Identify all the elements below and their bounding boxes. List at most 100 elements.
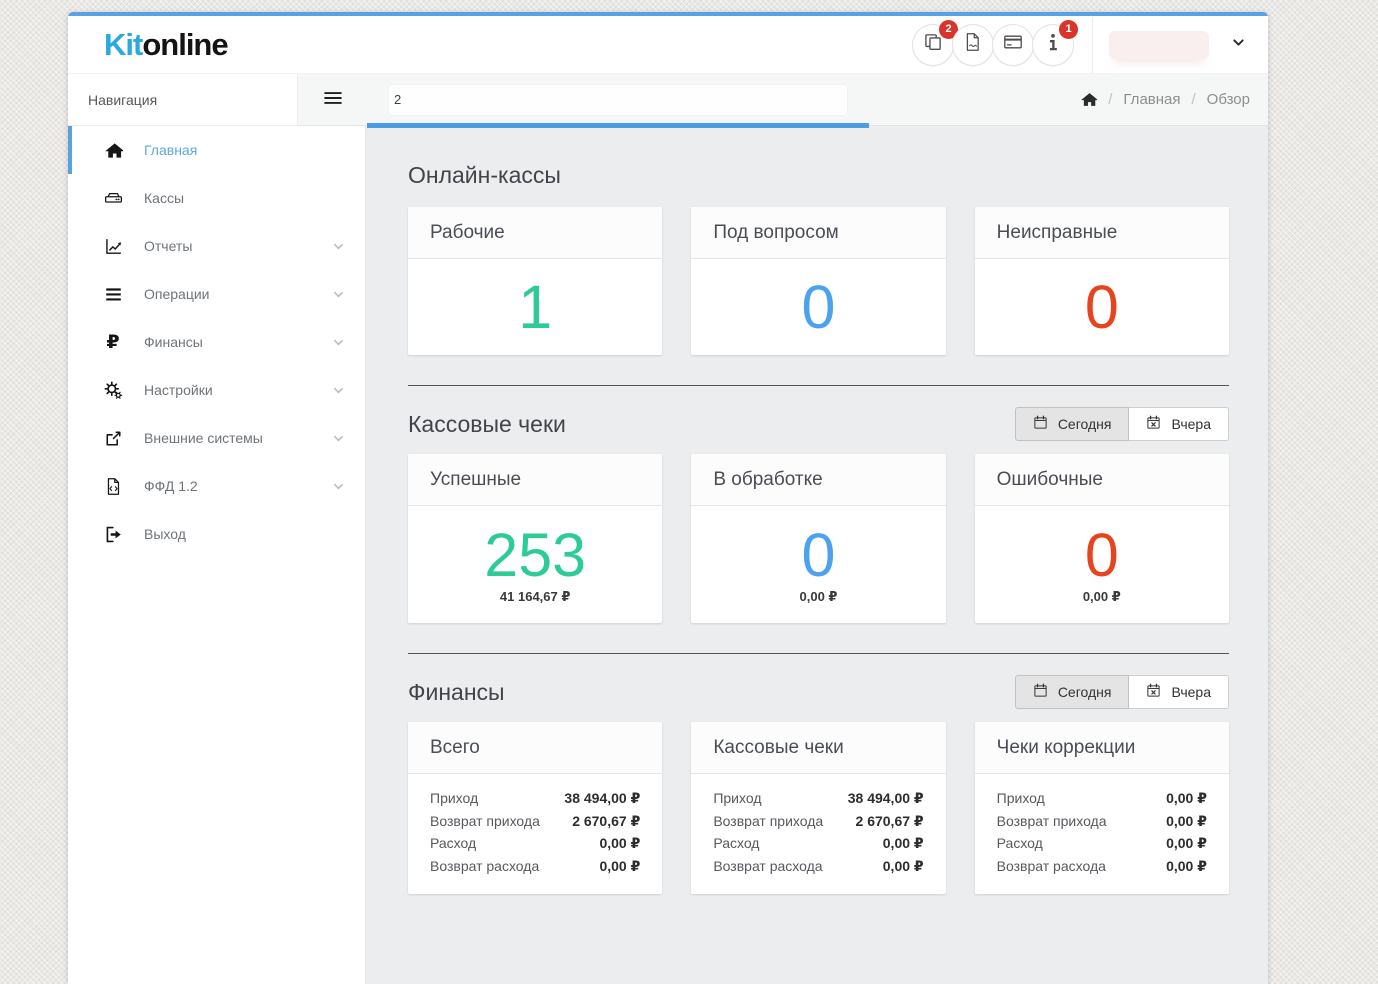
finance-row-label: Возврат расхода bbox=[430, 857, 540, 874]
gears-icon bbox=[101, 380, 125, 400]
finance-row-label: Приход bbox=[430, 790, 479, 806]
finance-row: Расход 0,00 ₽ bbox=[997, 832, 1207, 855]
info-badge: 1 bbox=[1059, 19, 1078, 39]
chevron-down-icon bbox=[1231, 35, 1246, 55]
page-background: Kit online 2 1 Навигация 2 / Главная / О… bbox=[0, 0, 1378, 984]
info-button[interactable]: 1 bbox=[1032, 19, 1078, 66]
today-button[interactable]: Сегодня bbox=[1014, 675, 1130, 709]
home-icon[interactable] bbox=[1080, 91, 1098, 108]
sidebar-item-label: Выход bbox=[144, 526, 186, 542]
yesterday-button[interactable]: Вчера bbox=[1129, 407, 1229, 441]
list-icon bbox=[101, 285, 125, 304]
sidebar-item-label: Кассы bbox=[144, 190, 185, 206]
section-divider bbox=[408, 385, 1229, 386]
copy-documents-button[interactable]: 2 bbox=[912, 19, 958, 66]
finance-row-label: Возврат прихода bbox=[430, 812, 540, 829]
chevron-down-icon bbox=[332, 432, 345, 445]
app-header: Kit online 2 1 bbox=[68, 16, 1268, 73]
header-icon-buttons: 2 1 bbox=[912, 19, 1078, 66]
finance-row-value: 2 670,67 ₽ bbox=[855, 812, 924, 829]
card-v-obrabotke: В обработке 0 0,00 ₽ bbox=[691, 454, 946, 623]
header-actions: 2 1 bbox=[912, 16, 1268, 73]
sidebar-toggle-button[interactable] bbox=[297, 74, 367, 126]
sidebar-item-nastroyki[interactable]: Настройки bbox=[68, 366, 365, 414]
sign-out-icon bbox=[101, 525, 125, 544]
finance-row-label: Расход bbox=[996, 835, 1043, 851]
brand-logo[interactable]: Kit online bbox=[68, 26, 229, 63]
calendar-times-icon bbox=[1146, 415, 1161, 433]
card-amount: 41 164,67 ₽ bbox=[499, 588, 571, 604]
breadcrumb-item-glavnaya[interactable]: Главная bbox=[1123, 91, 1180, 108]
company-name-field[interactable]: 2 bbox=[389, 84, 847, 115]
card-value: 1 bbox=[518, 272, 553, 341]
card-pod-voprosom: Под вопросом 0 bbox=[691, 207, 946, 355]
finance-row: Приход 38 494,00 ₽ bbox=[430, 787, 640, 810]
cheki-date-filter: Сегодня Вчера bbox=[1014, 407, 1229, 441]
finance-row: Возврат расхода 0,00 ₽ bbox=[997, 855, 1207, 878]
breadcrumb: / Главная / Обзор bbox=[1080, 91, 1250, 108]
sidebar-item-vykhod[interactable]: Выход bbox=[68, 510, 365, 558]
finansy-cards: Всего Приход 38 494,00 ₽ Возврат прихода… bbox=[408, 722, 1229, 894]
sidebar-item-operacii[interactable]: Операции bbox=[68, 270, 365, 318]
finance-row-label: Возврат расхода bbox=[713, 857, 823, 874]
finansy-header: Финансы Сегодня Вчера bbox=[408, 675, 1229, 709]
card-kassovye-cheki-fin: Кассовые чеки Приход 38 494,00 ₽ Возврат… bbox=[691, 722, 946, 894]
sidebar-item-label: Финансы bbox=[144, 334, 203, 350]
sidebar-item-vneshnie-sistemy[interactable]: Внешние системы bbox=[68, 414, 365, 462]
finance-row: Приход 38 494,00 ₽ bbox=[713, 787, 923, 810]
card-label: Всего bbox=[408, 722, 663, 774]
main-content: Онлайн-кассы Рабочие 1 Под вопросом 0 Не… bbox=[366, 126, 1268, 984]
section-title-finansy: Финансы bbox=[408, 678, 505, 705]
section-title-kassovye-cheki: Кассовые чеки bbox=[408, 410, 566, 437]
user-name-redacted bbox=[1109, 30, 1209, 59]
finance-row-value: 0,00 ₽ bbox=[882, 835, 924, 851]
card-neispravnye: Неисправные 0 bbox=[974, 207, 1229, 355]
credit-card-icon bbox=[1003, 32, 1023, 57]
payment-card-button[interactable] bbox=[992, 23, 1034, 66]
card-amount: 0,00 ₽ bbox=[799, 588, 838, 604]
finance-row-value: 38 494,00 ₽ bbox=[847, 790, 924, 806]
line-chart-icon bbox=[101, 237, 125, 256]
card-amount: 0,00 ₽ bbox=[1082, 588, 1121, 604]
subheader-bar: Навигация 2 / Главная / Обзор bbox=[68, 73, 1268, 128]
pdf-export-button[interactable] bbox=[952, 23, 994, 66]
sidebar-item-ffd[interactable]: ФФД 1.2 bbox=[68, 462, 365, 510]
finance-row-label: Приход bbox=[996, 790, 1045, 806]
finance-row: Расход 0,00 ₽ bbox=[713, 832, 923, 855]
card-label: Ошибочные bbox=[974, 454, 1229, 506]
user-menu[interactable] bbox=[1109, 30, 1254, 59]
sidebar-item-label: Операции bbox=[144, 286, 210, 302]
card-vsego: Всего Приход 38 494,00 ₽ Возврат прихода… bbox=[408, 722, 663, 894]
finance-row-label: Приход bbox=[713, 790, 762, 806]
finance-row: Возврат прихода 2 670,67 ₽ bbox=[430, 810, 640, 833]
finance-row-value: 0,00 ₽ bbox=[599, 835, 641, 851]
finance-row: Возврат прихода 0,00 ₽ bbox=[997, 810, 1207, 833]
yesterday-button[interactable]: Вчера bbox=[1129, 675, 1229, 709]
calendar-icon bbox=[1033, 683, 1048, 701]
card-label: Кассовые чеки bbox=[691, 722, 946, 774]
header-divider bbox=[1092, 16, 1093, 73]
today-button-label: Сегодня bbox=[1057, 416, 1112, 432]
finance-row-label: Расход bbox=[430, 835, 477, 851]
sidebar-item-label: ФФД 1.2 bbox=[144, 478, 198, 494]
sidebar-item-glavnaya[interactable]: Главная bbox=[68, 126, 365, 174]
sidebar-item-finansy[interactable]: ₽ Финансы bbox=[68, 318, 365, 366]
finance-row: Возврат прихода 2 670,67 ₽ bbox=[713, 810, 923, 833]
sidebar-item-otchety[interactable]: Отчеты bbox=[68, 222, 365, 270]
chevron-down-icon bbox=[332, 240, 345, 253]
finance-row-value: 0,00 ₽ bbox=[599, 857, 641, 874]
card-cheki-korrekcii: Чеки коррекции Приход 0,00 ₽ Возврат при… bbox=[974, 722, 1229, 894]
card-value: 0 bbox=[1084, 520, 1119, 589]
ruble-icon: ₽ bbox=[106, 331, 120, 353]
section-title-online-kassy: Онлайн-кассы bbox=[408, 162, 561, 188]
today-button[interactable]: Сегодня bbox=[1014, 407, 1130, 441]
breadcrumb-separator: / bbox=[1191, 91, 1196, 108]
finance-row-value: 0,00 ₽ bbox=[1166, 857, 1207, 874]
cash-register-icon bbox=[101, 189, 125, 208]
finansy-date-filter: Сегодня Вчера bbox=[1014, 675, 1229, 709]
brand-logo-secondary: online bbox=[142, 26, 228, 62]
finance-row-label: Возврат прихода bbox=[996, 812, 1107, 829]
finance-row: Расход 0,00 ₽ bbox=[430, 832, 640, 855]
finance-row: Возврат расхода 0,00 ₽ bbox=[713, 855, 923, 878]
sidebar-item-kassy[interactable]: Кассы bbox=[68, 174, 365, 222]
